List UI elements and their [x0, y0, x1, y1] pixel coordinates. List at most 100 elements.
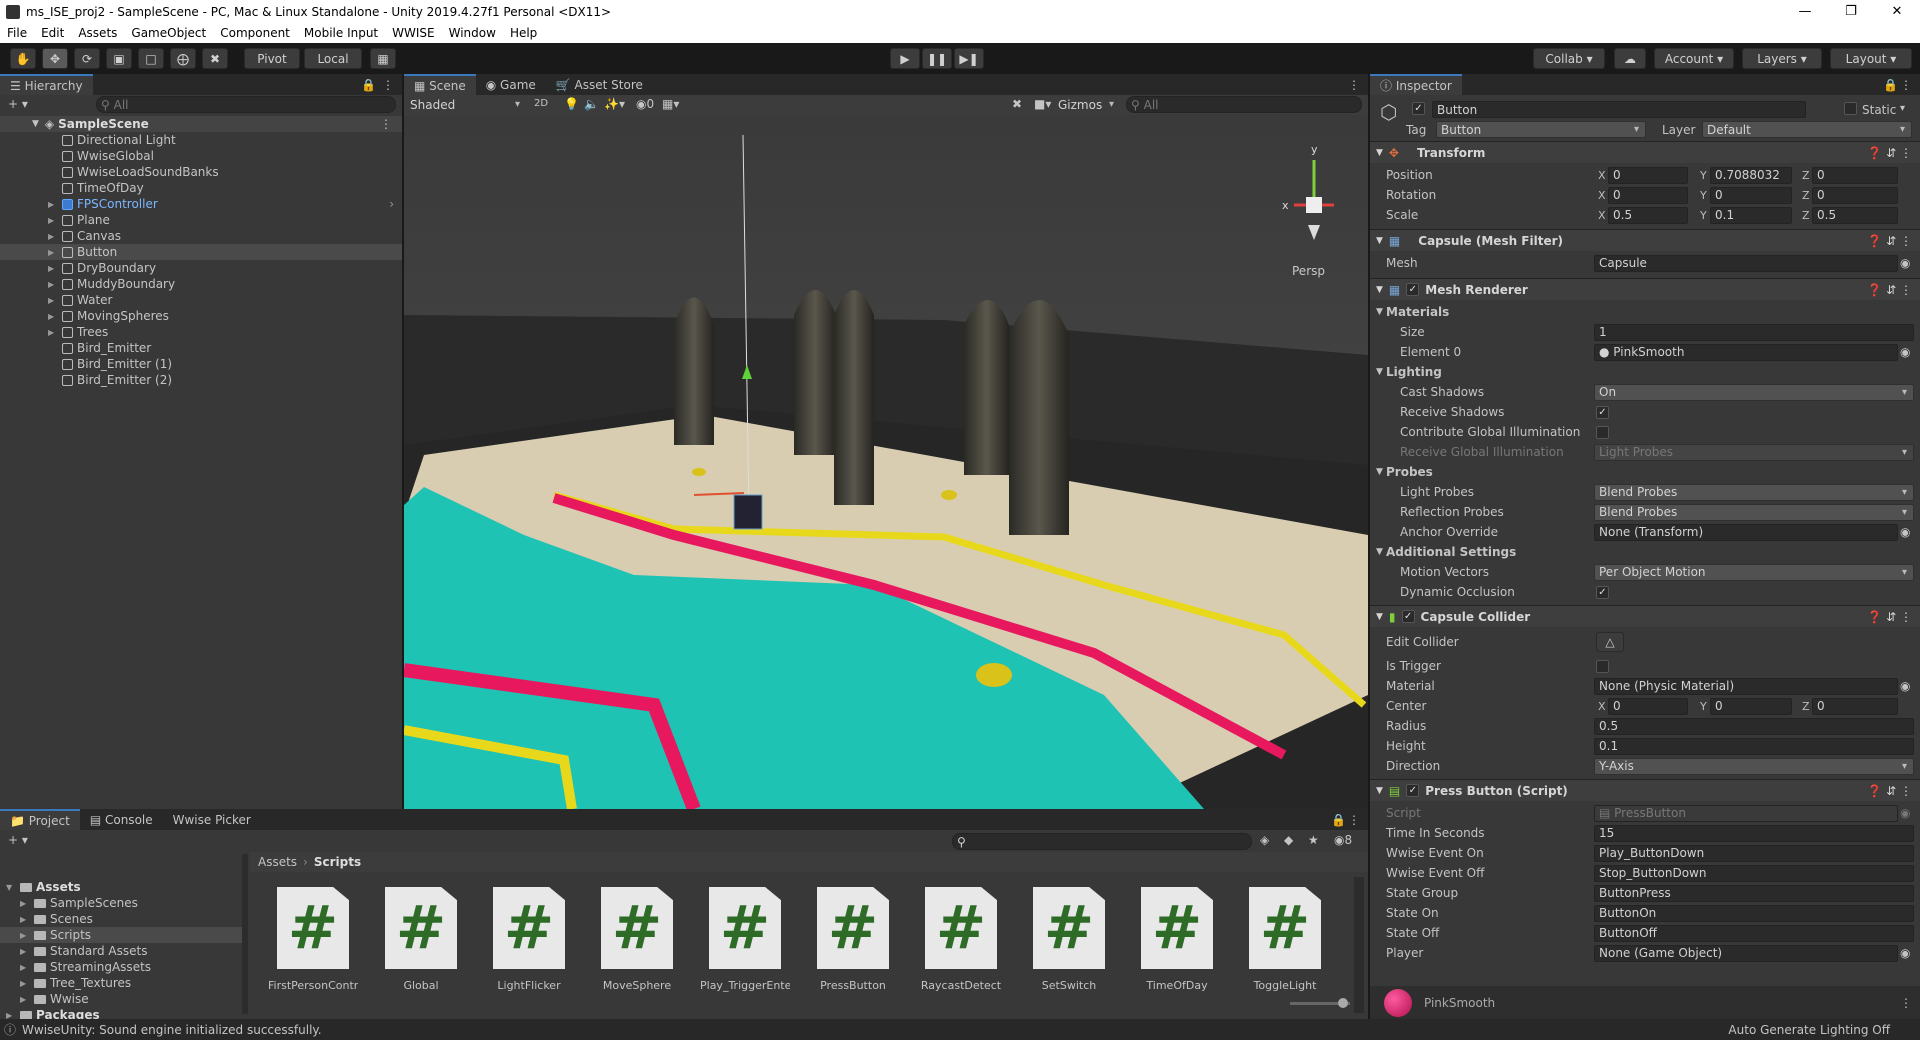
expand-arrow-icon[interactable]: ▶	[20, 979, 30, 988]
rect-tool-icon[interactable]: □	[138, 48, 164, 69]
event-off-field[interactable]: Stop_ButtonDown	[1594, 864, 1914, 882]
scale-x[interactable]: 0.5	[1608, 206, 1688, 224]
expand-arrow-icon[interactable]: ▼	[32, 119, 39, 129]
rotate-tool-icon[interactable]: ⟳	[74, 48, 100, 69]
script-asset[interactable]: # FirstPersonContro...	[268, 887, 358, 992]
script-asset[interactable]: # RaycastDetect	[916, 887, 1006, 992]
transform-tool-icon[interactable]: ⨁	[170, 48, 196, 69]
menu-wwise[interactable]: WWISE	[385, 26, 441, 40]
player-field[interactable]: None (Game Object)	[1594, 944, 1898, 962]
script-asset[interactable]: # Global	[376, 887, 466, 992]
anchor-override-field[interactable]: None (Transform)	[1594, 523, 1898, 541]
expand-arrow-icon[interactable]: ▶	[20, 995, 30, 1004]
mesh-renderer-enabled-checkbox[interactable]: ✓	[1406, 283, 1420, 296]
persp-label[interactable]: Persp	[1292, 264, 1325, 278]
fold-arrow-icon[interactable]: ▼	[1376, 612, 1383, 622]
scene-menu-icon[interactable]: ⋮	[380, 117, 392, 131]
hierarchy-item[interactable]: ▶ DryBoundary	[0, 260, 402, 276]
transform-header[interactable]: ▼ ✥ Transform ❓ ⇵ ⋮	[1370, 141, 1920, 163]
camera-dropdown-icon[interactable]: ■▾	[1034, 97, 1051, 111]
script-asset[interactable]: # Play_TriggerEnter	[700, 887, 790, 992]
favorite-icon[interactable]: ★	[1308, 833, 1319, 847]
project-search-input[interactable]: ⚲	[952, 833, 1252, 850]
breadcrumb-assets[interactable]: Assets	[258, 855, 297, 869]
prefab-open-icon[interactable]: ›	[389, 197, 394, 211]
expand-arrow-icon[interactable]: ▶	[48, 248, 58, 257]
breadcrumb-scripts[interactable]: Scripts	[314, 855, 361, 869]
fold-arrow-icon[interactable]: ▼	[1376, 285, 1383, 295]
grid-snap-icon[interactable]: ▦	[370, 48, 396, 69]
fold-arrow-icon[interactable]: ▼	[1376, 236, 1383, 246]
menu-file[interactable]: File	[0, 26, 34, 40]
project-folder[interactable]: ▶ StreamingAssets	[0, 959, 242, 975]
account-dropdown[interactable]: Account ▾	[1654, 48, 1734, 69]
probes-foldout[interactable]: ▼ Probes	[1370, 462, 1920, 482]
rotation-y[interactable]: 0	[1710, 186, 1792, 204]
fold-arrow-icon[interactable]: ▼	[1376, 367, 1383, 377]
gizmos-dropdown[interactable]: Gizmos	[1054, 96, 1120, 113]
mode-2d-toggle[interactable]: 2D	[534, 98, 548, 109]
scale-z[interactable]: 0.5	[1812, 206, 1898, 224]
lighting-foldout[interactable]: ▼ Lighting	[1370, 362, 1920, 382]
pivot-toggle[interactable]: Pivot	[244, 48, 300, 69]
assets-scrollbar[interactable]	[1354, 877, 1364, 1013]
hierarchy-item[interactable]: ▶ Canvas	[0, 228, 402, 244]
reflection-probes-dropdown[interactable]: Blend Probes	[1594, 503, 1914, 521]
radius-field[interactable]: 0.5	[1594, 717, 1914, 735]
selected-button-object[interactable]	[733, 494, 763, 530]
lighting-status[interactable]: Auto Generate Lighting Off	[1728, 1023, 1890, 1037]
fold-arrow-icon[interactable]: ▼	[1376, 786, 1383, 796]
component-tools-icons[interactable]: ❓ ⇵ ⋮	[1867, 283, 1912, 297]
create-plus-icon[interactable]: + ▾	[8, 97, 28, 111]
expand-arrow-icon[interactable]: ▶	[48, 200, 58, 209]
time-field[interactable]: 15	[1594, 824, 1914, 842]
center-z[interactable]: 0	[1812, 697, 1898, 715]
expand-arrow-icon[interactable]: ▶	[48, 264, 58, 273]
position-y[interactable]: 0.7088032	[1710, 166, 1792, 184]
maximize-icon[interactable]: ❐	[1828, 0, 1874, 23]
menu-window[interactable]: Window	[442, 26, 503, 40]
rotation-x[interactable]: 0	[1608, 186, 1688, 204]
menu-dots-icon[interactable]: ⋮	[382, 78, 394, 92]
play-button[interactable]: ▶	[890, 48, 920, 69]
scene-search-input[interactable]: ⚲ All	[1126, 96, 1362, 113]
component-tools-icons[interactable]: ❓ ⇵ ⋮	[1867, 784, 1912, 798]
project-folder[interactable]: ▼ Assets	[0, 879, 242, 895]
materials-foldout[interactable]: ▼ Materials	[1370, 302, 1920, 322]
menu-assets[interactable]: Assets	[71, 26, 124, 40]
object-name-field[interactable]: Button	[1432, 101, 1806, 118]
project-folder[interactable]: ▶ SampleScenes	[0, 895, 242, 911]
script-asset[interactable]: # SetSwitch	[1024, 887, 1114, 992]
expand-arrow-icon[interactable]: ▶	[48, 216, 58, 225]
mesh-field[interactable]: Capsule	[1594, 254, 1898, 272]
fold-arrow-icon[interactable]: ▼	[1376, 547, 1383, 557]
custom-tool-icon[interactable]: ✖	[202, 48, 228, 69]
tab-asset-store[interactable]: 🛒 Asset Store	[546, 74, 653, 95]
hierarchy-item[interactable]: TimeOfDay	[0, 180, 402, 196]
object-picker-icon[interactable]: ◉	[1900, 679, 1910, 693]
tag-dropdown[interactable]: Button	[1436, 121, 1646, 138]
expand-arrow-icon[interactable]: ▶	[48, 296, 58, 305]
menu-mobile-input[interactable]: Mobile Input	[297, 26, 385, 40]
zoom-slider-handle[interactable]	[1338, 998, 1348, 1008]
hierarchy-item[interactable]: WwiseGlobal	[0, 148, 402, 164]
search-by-label-icon[interactable]: ◆	[1284, 833, 1293, 847]
event-on-field[interactable]: Play_ButtonDown	[1594, 844, 1914, 862]
materials-size-field[interactable]: 1	[1594, 323, 1914, 341]
tools-icon[interactable]: ✖	[1012, 97, 1022, 111]
additional-settings-foldout[interactable]: ▼ Additional Settings	[1370, 542, 1920, 562]
motion-vectors-dropdown[interactable]: Per Object Motion	[1594, 563, 1914, 581]
state-group-field[interactable]: ButtonPress	[1594, 884, 1914, 902]
expand-arrow-icon[interactable]: ▶	[48, 328, 58, 337]
lock-icon[interactable]: 🔒	[361, 78, 376, 92]
script-asset[interactable]: # TimeOfDay	[1132, 887, 1222, 992]
preview-menu-icon[interactable]: ⋮	[1900, 996, 1912, 1010]
component-tools-icons[interactable]: ❓ ⇵ ⋮	[1867, 610, 1912, 624]
capsule-collider-header[interactable]: ▼ ▮ ✓ Capsule Collider ❓ ⇵ ⋮	[1370, 605, 1920, 627]
step-button[interactable]: ▶❚	[954, 48, 984, 69]
move-tool-icon[interactable]: ✥	[42, 48, 68, 69]
scene-render[interactable]: y x Persp	[404, 115, 1368, 809]
expand-arrow-icon[interactable]: ▶	[20, 931, 30, 940]
local-toggle[interactable]: Local	[304, 48, 362, 69]
effects-toggle-icon[interactable]: ✨▾	[604, 97, 625, 111]
